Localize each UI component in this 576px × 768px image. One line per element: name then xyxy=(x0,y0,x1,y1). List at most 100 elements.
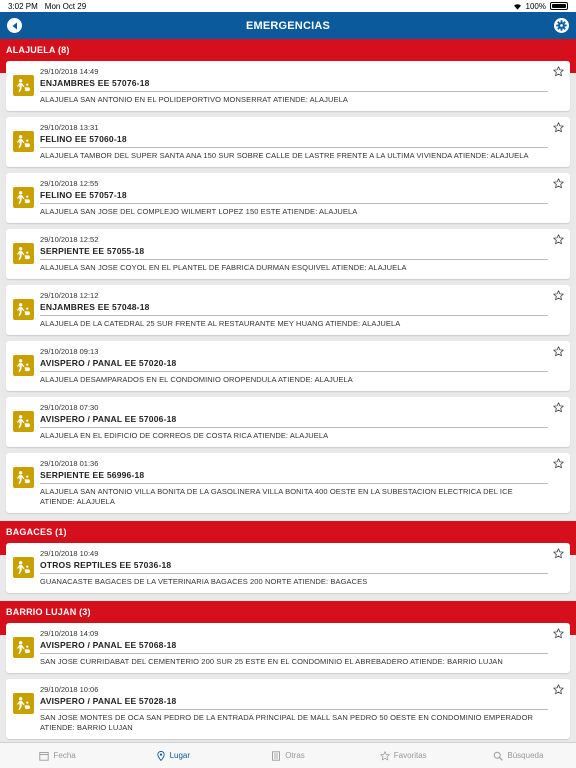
favorite-star-icon[interactable] xyxy=(553,122,564,133)
back-arrow-icon xyxy=(12,22,17,29)
emergency-title: OTROS REPTILES EE 57036-18 xyxy=(40,559,548,574)
wifi-icon xyxy=(513,3,521,10)
emergency-card[interactable]: 29/10/2018 07:30 AVISPERO / PANAL EE 570… xyxy=(6,397,570,447)
section-header[interactable]: BAGACES (1) xyxy=(0,521,576,543)
tab-bar: Fecha Lugar Otras Favoritas Búsqueda xyxy=(0,742,576,768)
tab-label: Búsqueda xyxy=(507,751,544,760)
emergency-date: 29/10/2018 12:55 xyxy=(40,179,99,188)
animal-rescue-icon xyxy=(13,243,34,264)
rescuer-icon xyxy=(16,79,31,93)
emergency-list[interactable]: ALAJUELA (8) 29/10/2018 14:49 ENJAMBRES … xyxy=(0,39,576,742)
tab-label: Lugar xyxy=(169,751,191,760)
emergency-description: SAN JOSE CURRIDABAT DEL CEMENTERIO 200 S… xyxy=(40,657,503,666)
animal-rescue-icon xyxy=(13,411,34,432)
star-icon xyxy=(380,750,390,761)
favorite-star-icon[interactable] xyxy=(553,628,564,639)
tab-label: Otras xyxy=(285,751,305,760)
status-time: 3:02 PM xyxy=(8,1,38,11)
tab-búsqueda[interactable]: Búsqueda xyxy=(461,743,576,768)
emergency-card[interactable]: 29/10/2018 01:36 SERPIENTE EE 56996-18 A… xyxy=(6,453,570,513)
emergency-card[interactable]: 29/10/2018 14:49 ENJAMBRES EE 57076-18 A… xyxy=(6,61,570,111)
status-bar: 3:02 PM Mon Oct 29 100% xyxy=(0,0,576,12)
emergency-date: 29/10/2018 10:06 xyxy=(40,685,99,694)
tab-label: Favoritas xyxy=(393,751,427,760)
animal-rescue-icon xyxy=(13,355,34,376)
emergency-date: 29/10/2018 01:36 xyxy=(40,459,99,468)
tab-favoritas[interactable]: Favoritas xyxy=(346,743,461,768)
emergency-description: ALAJUELA SAN JOSE COYOL EN EL PLANTEL DE… xyxy=(40,263,407,272)
emergency-card[interactable]: 29/10/2018 12:12 ENJAMBRES EE 57048-18 A… xyxy=(6,285,570,335)
favorite-star-icon[interactable] xyxy=(553,178,564,189)
battery-percent: 100% xyxy=(525,1,546,11)
emergency-title: SERPIENTE EE 57055-18 xyxy=(40,245,548,260)
calendar-icon xyxy=(39,751,50,761)
favorite-star-icon[interactable] xyxy=(553,346,564,357)
emergency-date: 29/10/2018 12:12 xyxy=(40,291,99,300)
animal-rescue-icon xyxy=(13,75,34,96)
emergency-card[interactable]: 29/10/2018 10:49 OTROS REPTILES EE 57036… xyxy=(6,543,570,593)
emergency-description: ALAJUELA SAN ANTONIO EN EL POLIDEPORTIVO… xyxy=(40,95,349,104)
section-body: 29/10/2018 10:49 OTROS REPTILES EE 57036… xyxy=(0,543,576,601)
animal-rescue-icon xyxy=(13,299,34,320)
animal-rescue-icon xyxy=(13,467,34,488)
section-header[interactable]: ALAJUELA (8) xyxy=(0,39,576,61)
emergency-date: 29/10/2018 13:31 xyxy=(40,123,99,132)
status-date: Mon Oct 29 xyxy=(44,1,87,11)
section-body: 29/10/2018 14:49 ENJAMBRES EE 57076-18 A… xyxy=(0,61,576,521)
emergency-description: ALAJUELA TAMBOR DEL SUPER SANTA ANA 150 … xyxy=(40,151,529,160)
back-button[interactable] xyxy=(7,18,22,33)
emergency-title: ENJAMBRES EE 57048-18 xyxy=(40,301,548,316)
emergency-card[interactable]: 29/10/2018 10:06 AVISPERO / PANAL EE 570… xyxy=(6,679,570,739)
rescuer-icon xyxy=(16,135,31,149)
favorite-star-icon[interactable] xyxy=(553,402,564,413)
tab-fecha[interactable]: Fecha xyxy=(0,743,115,768)
section-title: BARRIO LUJAN (3) xyxy=(6,607,91,617)
emergency-card[interactable]: 29/10/2018 09:13 AVISPERO / PANAL EE 570… xyxy=(6,341,570,391)
emergency-title: FELINO EE 57057-18 xyxy=(40,189,548,204)
rescuer-icon xyxy=(16,641,31,655)
emergency-card[interactable]: 29/10/2018 14:09 AVISPERO / PANAL EE 570… xyxy=(6,623,570,673)
emergency-description: ALAJUELA DE LA CATEDRAL 25 SUR FRENTE AL… xyxy=(40,319,401,328)
emergency-description: ALAJUELA SAN JOSE DEL COMPLEJO WILMERT L… xyxy=(40,207,358,216)
emergency-title: AVISPERO / PANAL EE 57020-18 xyxy=(40,357,548,372)
section-2: BARRIO LUJAN (3) 29/10/2018 14:09 AVISPE… xyxy=(0,601,576,742)
animal-rescue-icon xyxy=(13,637,34,658)
rescuer-icon xyxy=(16,247,31,261)
tab-otras[interactable]: Otras xyxy=(230,743,345,768)
favorite-star-icon[interactable] xyxy=(553,290,564,301)
animal-rescue-icon xyxy=(13,693,34,714)
settings-button[interactable] xyxy=(554,18,569,33)
favorite-star-icon[interactable] xyxy=(553,234,564,245)
rescuer-icon xyxy=(16,697,31,711)
favorite-star-icon[interactable] xyxy=(553,66,564,77)
list-icon xyxy=(271,750,281,761)
location-pin-icon xyxy=(156,750,166,761)
favorite-star-icon[interactable] xyxy=(553,548,564,559)
section-title: ALAJUELA (8) xyxy=(6,45,70,55)
gear-icon xyxy=(556,20,567,31)
favorite-star-icon[interactable] xyxy=(553,458,564,469)
emergency-date: 29/10/2018 14:09 xyxy=(40,629,99,638)
emergency-description: GUANACASTE BAGACES DE LA VETERINARIA BAG… xyxy=(40,577,368,586)
emergency-date: 29/10/2018 07:30 xyxy=(40,403,99,412)
tab-label: Fecha xyxy=(53,751,76,760)
emergency-date: 29/10/2018 09:13 xyxy=(40,347,99,356)
emergency-description: ALAJUELA DESAMPARADOS EN EL CONDOMINIO O… xyxy=(40,375,353,384)
favorite-star-icon[interactable] xyxy=(553,684,564,695)
emergency-title: AVISPERO / PANAL EE 57028-18 xyxy=(40,695,548,710)
emergency-title: FELINO EE 57060-18 xyxy=(40,133,548,148)
section-1: BAGACES (1) 29/10/2018 10:49 OTROS REPTI… xyxy=(0,521,576,601)
emergency-card[interactable]: 29/10/2018 13:31 FELINO EE 57060-18 ALAJ… xyxy=(6,117,570,167)
rescuer-icon xyxy=(16,471,31,485)
emergency-title: SERPIENTE EE 56996-18 xyxy=(40,469,548,484)
emergency-description: SAN JOSE MONTES DE OCA SAN PEDRO DE LA E… xyxy=(40,713,534,732)
section-header[interactable]: BARRIO LUJAN (3) xyxy=(0,601,576,623)
emergency-card[interactable]: 29/10/2018 12:52 SERPIENTE EE 57055-18 A… xyxy=(6,229,570,279)
search-icon xyxy=(493,751,504,761)
emergency-card[interactable]: 29/10/2018 12:55 FELINO EE 57057-18 ALAJ… xyxy=(6,173,570,223)
emergency-title: ENJAMBRES EE 57076-18 xyxy=(40,77,548,92)
emergency-description: ALAJUELA EN EL EDIFICIO DE CORREOS DE CO… xyxy=(40,431,329,440)
emergency-title: AVISPERO / PANAL EE 57068-18 xyxy=(40,639,548,654)
tab-lugar[interactable]: Lugar xyxy=(115,743,230,768)
section-body: 29/10/2018 14:09 AVISPERO / PANAL EE 570… xyxy=(0,623,576,742)
